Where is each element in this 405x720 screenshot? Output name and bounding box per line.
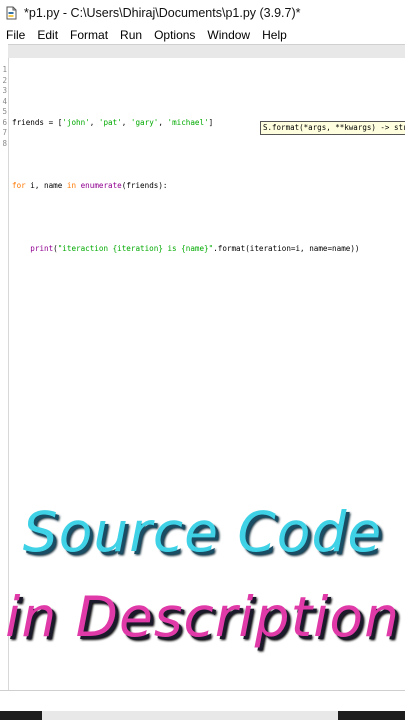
window-title: *p1.py - C:\Users\Dhiraj\Documents\p1.py… bbox=[24, 6, 301, 20]
status-bar bbox=[0, 690, 405, 711]
line-numbers: 1 2 3 4 5 6 7 8 bbox=[0, 65, 8, 149]
keyword-token: for bbox=[12, 180, 26, 190]
menu-options[interactable]: Options bbox=[148, 28, 201, 42]
string-token: 'john' bbox=[62, 117, 90, 127]
taskbar-window-strip[interactable] bbox=[42, 711, 338, 720]
keyword-token: in bbox=[66, 180, 77, 190]
menu-window[interactable]: Window bbox=[201, 28, 256, 42]
menu-bar: File Edit Format Run Options Window Help bbox=[0, 26, 405, 44]
line-number: 2 bbox=[2, 75, 7, 85]
menu-file[interactable]: File bbox=[0, 28, 31, 42]
line-number: 5 bbox=[2, 107, 7, 116]
menu-run[interactable]: Run bbox=[114, 28, 148, 42]
code-token: , bbox=[158, 117, 168, 127]
code-token: (friends): bbox=[121, 180, 168, 190]
string-token: 'pat' bbox=[98, 117, 122, 127]
menu-help[interactable]: Help bbox=[256, 28, 293, 42]
calltip-tooltip: S.format(*args, **kwargs) -> str bbox=[260, 121, 405, 135]
code-line-6: print("iteraction {iteration} is {name}"… bbox=[12, 243, 360, 255]
line-number: 8 bbox=[2, 138, 7, 148]
line-number: 4 bbox=[2, 96, 7, 106]
code-token: ] bbox=[208, 117, 214, 127]
promo-heading-source-code: Source Code bbox=[22, 500, 383, 564]
menu-edit[interactable]: Edit bbox=[31, 28, 64, 42]
line-number: 1 bbox=[2, 65, 7, 74]
line-number: 7 bbox=[2, 128, 7, 137]
line-number: 6 bbox=[2, 117, 7, 127]
string-token: "iteraction {iteration} is {name}" bbox=[57, 243, 214, 253]
string-token: 'michael' bbox=[167, 117, 209, 127]
code-token: , bbox=[89, 117, 99, 127]
promo-heading-in-description: in Description bbox=[5, 585, 400, 649]
code-token: i, name bbox=[25, 180, 67, 190]
python-file-icon bbox=[4, 6, 18, 20]
code-token: .format(iteration=i, name=name)) bbox=[213, 243, 360, 253]
taskbar bbox=[0, 711, 405, 720]
code-line-4: for i, name in enumerate(friends): bbox=[12, 181, 360, 192]
code-token: , bbox=[121, 117, 131, 127]
window-titlebar[interactable]: *p1.py - C:\Users\Dhiraj\Documents\p1.py… bbox=[0, 0, 405, 26]
menu-format[interactable]: Format bbox=[64, 28, 114, 42]
line-number: 3 bbox=[2, 86, 7, 95]
code-token: friends = [ bbox=[12, 117, 63, 127]
builtin-token: print bbox=[30, 243, 54, 253]
code-content[interactable]: friends = ['john', 'pat', 'gary', 'micha… bbox=[12, 65, 360, 338]
builtin-token: enumerate bbox=[80, 180, 122, 190]
string-token: 'gary' bbox=[130, 117, 159, 127]
